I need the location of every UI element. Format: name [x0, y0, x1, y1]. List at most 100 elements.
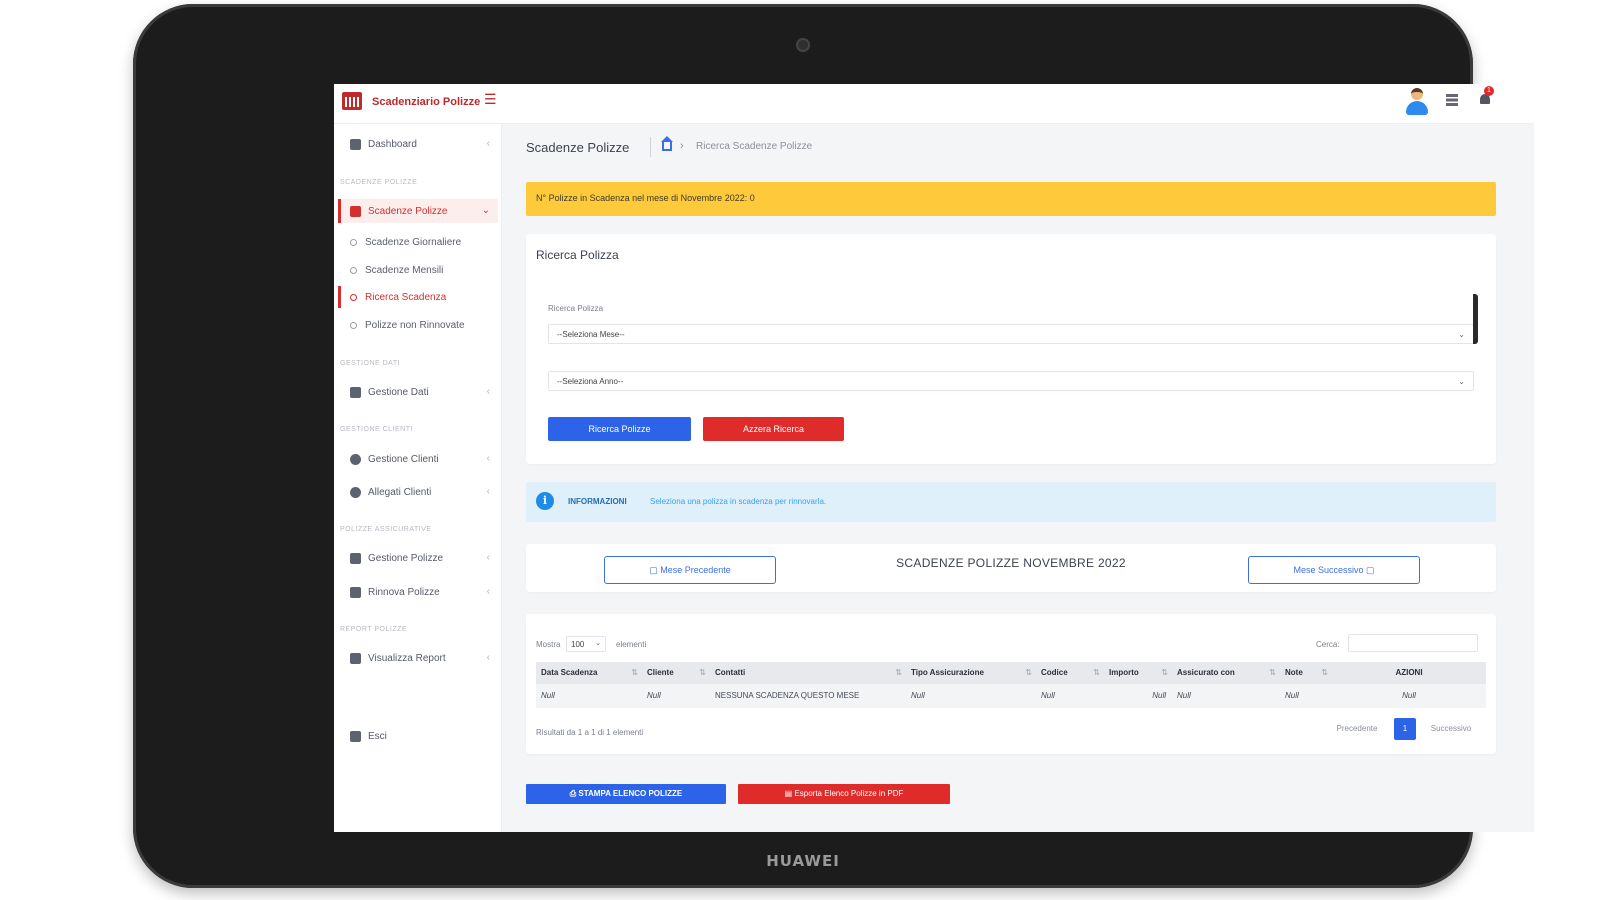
hamburger-icon[interactable]: ☰ [484, 92, 497, 106]
sidebar-item-scadenze-polizze[interactable]: Scadenze Polizze ⌄ [338, 199, 498, 223]
column-header[interactable]: Data Scadenza ⇅ [536, 662, 642, 684]
chevron-left-icon: ‹ [486, 486, 490, 497]
notification-badge: 1 [1484, 86, 1494, 96]
table-cell: Null [1152, 691, 1166, 700]
breadcrumb-divider [650, 137, 651, 157]
table-info: Risultati da 1 a 1 di 1 elementi [536, 728, 644, 737]
user-avatar-icon[interactable] [1404, 88, 1430, 116]
chevron-left-icon: ‹ [486, 586, 490, 597]
calendar-icon [350, 205, 361, 217]
search-field-label: Ricerca Polizza [548, 304, 604, 313]
chevron-left-icon: ‹ [486, 453, 490, 464]
table-search-input[interactable] [1348, 634, 1478, 652]
sidebar-item-gestione-clienti[interactable]: Gestione Clienti ‹ [338, 447, 498, 471]
circle-icon [350, 238, 357, 246]
info-text: Seleziona una polizza in scadenza per ri… [650, 497, 827, 506]
sidebar-section-report: REPORT POLIZZE [340, 626, 408, 633]
calendar-icon: ▢ [1363, 565, 1375, 575]
column-header[interactable]: Tipo Assicurazione ⇅ [906, 662, 1036, 684]
sidebar-item-allegati-clienti[interactable]: Allegati Clienti ‹ [338, 480, 498, 504]
app-title[interactable]: Scadenziario Polizze [372, 96, 480, 108]
table-cell: NESSUNA SCADENZA QUESTO MESE [715, 691, 860, 700]
topbar: Scadenziario Polizze ☰ 1 [334, 84, 1534, 124]
column-header[interactable]: Assicurato con ⇅ [1172, 662, 1280, 684]
page-title: Scadenze Polizze [526, 140, 630, 155]
sidebar-item-gestione-polizze[interactable]: Gestione Polizze ‹ [338, 546, 498, 570]
column-header[interactable]: Cliente ⇅ [642, 662, 710, 684]
info-alert: i INFORMAZIONI Seleziona una polizza in … [526, 482, 1496, 522]
sidebar-sub-polizze-non-rinnovate[interactable]: Polizze non Rinnovate [338, 314, 498, 336]
chevron-left-icon: ‹ [486, 652, 490, 663]
next-page-button[interactable]: Successivo [1418, 718, 1484, 740]
table-cell: Null [647, 691, 661, 700]
month-select[interactable]: --Seleziona Mese-- ⌄ [548, 324, 1474, 344]
column-header[interactable]: Contatti ⇅ [710, 662, 906, 684]
month-nav-card: ▢ Mese Precedente SCADENZE POLIZZE NOVEM… [526, 544, 1496, 592]
column-header[interactable]: Codice ⇅ [1036, 662, 1104, 684]
sort-icon: ⇅ [631, 668, 638, 677]
sort-icon: ⇅ [1321, 668, 1328, 677]
sidebar-item-gestione-dati[interactable]: Gestione Dati ‹ [338, 380, 498, 404]
lock-icon [350, 730, 361, 742]
search-button[interactable]: Ricerca Polizze [548, 417, 691, 441]
sidebar-item-visualizza-report[interactable]: Visualizza Report ‹ [338, 646, 498, 670]
table-cell: Null [1402, 691, 1416, 700]
table-cell: Null [541, 691, 555, 700]
upload-icon [350, 386, 361, 398]
table-header: Data Scadenza ⇅ Cliente ⇅ Contatti ⇅ Tipo A… [536, 662, 1486, 684]
file-icon [350, 652, 361, 664]
page-length-select[interactable]: 100 ⌄ [566, 636, 606, 652]
sidebar-sub-scadenze-giornaliere[interactable]: Scadenze Giornaliere [338, 231, 498, 253]
expiring-count-alert: N° Polizze in Scadenza nel mese di Novem… [526, 182, 1496, 216]
sidebar-item-dashboard[interactable]: Dashboard ‹ [338, 132, 498, 156]
circle-icon [350, 266, 357, 274]
app-screen: Scadenziario Polizze ☰ 1 Dashboard ‹ SCA… [334, 84, 1534, 832]
sort-icon: ⇅ [1025, 668, 1032, 677]
chevron-down-icon: ⌄ [1458, 377, 1465, 386]
file-pdf-icon: ▤ [784, 789, 795, 798]
sort-icon: ⇅ [895, 668, 902, 677]
info-label: INFORMAZIONI [568, 497, 627, 506]
sort-icon: ⇅ [1269, 668, 1276, 677]
device-brand: HUAWEI [766, 852, 840, 870]
prev-page-button[interactable]: Precedente [1322, 718, 1392, 740]
column-header[interactable]: Importo ⇅ [1104, 662, 1172, 684]
calendar-logo-icon [342, 92, 362, 110]
sidebar-item-rinnova-polizze[interactable]: Rinnova Polizze ‹ [338, 580, 498, 604]
home-icon [350, 138, 361, 150]
sidebar-section-clienti: GESTIONE CLIENTI [340, 426, 413, 433]
sidebar-section-polizze: POLIZZE ASSICURATIVE [340, 526, 432, 533]
sidebar-sub-ricerca-scadenza[interactable]: Ricerca Scadenza [338, 286, 498, 308]
prev-month-button[interactable]: ▢ Mese Precedente [604, 556, 776, 584]
sidebar-section-dati: GESTIONE DATI [340, 360, 401, 367]
print-list-button[interactable]: ⎙ STAMPA ELENCO POLIZZE [526, 784, 726, 804]
search-card-title: Ricerca Polizza [536, 248, 619, 262]
entries-label: elementi [616, 640, 647, 649]
home-icon[interactable] [661, 136, 673, 151]
circle-icon [350, 321, 357, 329]
refresh-icon [350, 586, 361, 598]
table-cell: Null [1177, 691, 1191, 700]
circle-icon [350, 293, 357, 301]
search-card: Ricerca Polizza Ricerca Polizza --Selezi… [526, 234, 1496, 464]
info-icon: i [536, 492, 554, 510]
grid-icon[interactable] [1446, 94, 1458, 106]
chevron-left-icon: ‹ [486, 138, 490, 149]
sidebar-sub-scadenze-mensili[interactable]: Scadenze Mensili [338, 259, 498, 281]
month-title: SCADENZE POLIZZE NOVEMBRE 2022 [896, 556, 1126, 570]
column-header[interactable]: Note ⇅ [1280, 662, 1332, 684]
sort-icon: ⇅ [1093, 668, 1100, 677]
page-1-button[interactable]: 1 [1394, 718, 1416, 740]
chevron-right-icon: › [680, 140, 684, 152]
front-camera [796, 38, 810, 52]
chevron-down-icon: ⌄ [595, 640, 601, 647]
reset-button[interactable]: Azzera Ricerca [703, 417, 844, 441]
table-cell: Null [1285, 691, 1299, 700]
export-pdf-button[interactable]: ▤ Esporta Elenco Polizze in PDF [738, 784, 950, 804]
sidebar-item-esci[interactable]: Esci [338, 724, 498, 748]
year-select[interactable]: --Seleziona Anno-- ⌄ [548, 371, 1474, 391]
next-month-button[interactable]: Mese Successivo ▢ [1248, 556, 1420, 584]
sort-icon: ⇅ [699, 668, 706, 677]
breadcrumb-current: Ricerca Scadenze Polizze [696, 141, 813, 152]
table-row[interactable]: Null Null NESSUNA SCADENZA QUESTO MESE N… [536, 684, 1486, 708]
